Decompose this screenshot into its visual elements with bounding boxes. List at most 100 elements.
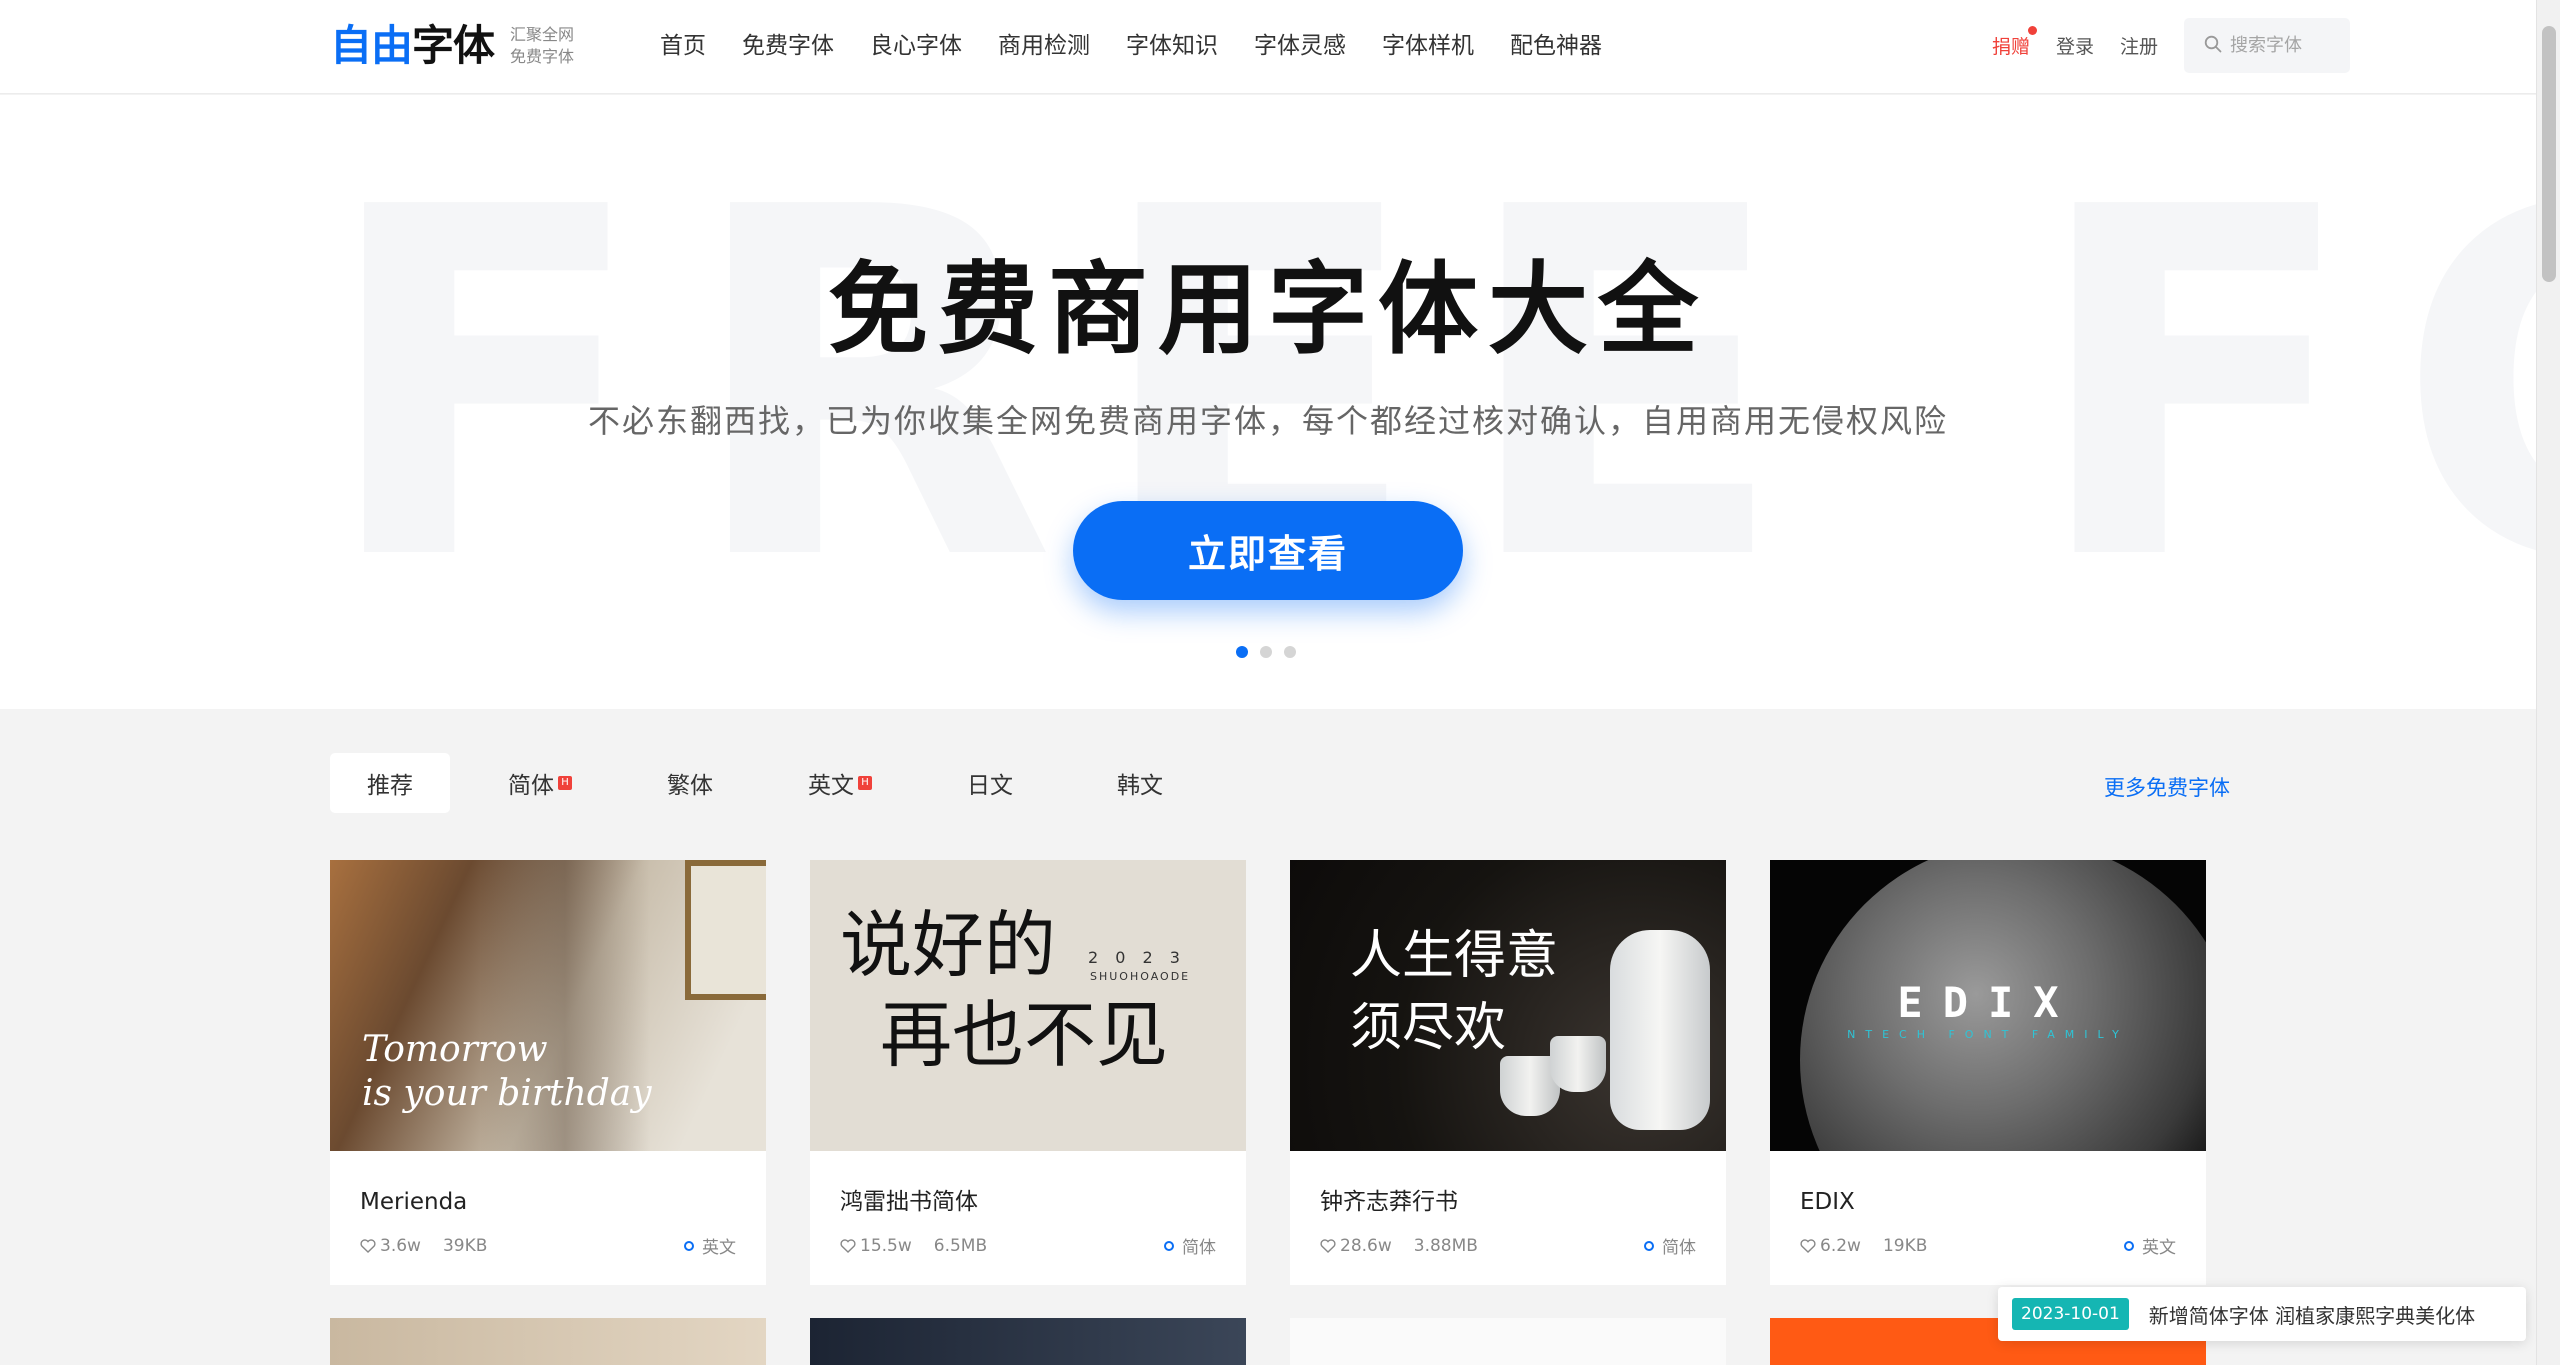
notification-dot xyxy=(2027,26,2037,35)
font-meta: 15.5w 6.5MB 简体 xyxy=(840,1233,1216,1258)
nav-home[interactable]: 首页 xyxy=(660,30,706,62)
update-notification[interactable]: 2023-10-01 新增简体字体 润植家康熙字典美化体 xyxy=(1998,1287,2526,1341)
register-link[interactable]: 注册 xyxy=(2120,32,2158,59)
nav-font-knowledge[interactable]: 字体知识 xyxy=(1126,30,1218,62)
main-nav: 首页 免费字体 良心字体 商用检测 字体知识 字体灵感 字体样机 配色神器 xyxy=(660,30,1638,62)
font-preview-image: 说好的 再也不见 2 0 2 3 SHUOHOAODE xyxy=(810,860,1246,1151)
scrollbar-thumb[interactable] xyxy=(2542,26,2556,282)
carousel-dot-1[interactable] xyxy=(1236,646,1248,658)
circle-icon xyxy=(1644,1240,1654,1251)
font-card-grid-row-2 xyxy=(330,1318,2206,1365)
language-label: 简体 xyxy=(1662,1238,1696,1258)
donate-link[interactable]: 捐赠 xyxy=(1991,26,2037,59)
font-meta: 28.6w 3.88MB 简体 xyxy=(1320,1233,1696,1258)
circle-icon xyxy=(684,1240,694,1251)
language-tag: 英文 xyxy=(684,1233,736,1258)
tab-english[interactable]: 英文 H xyxy=(780,753,900,813)
category-tabs: 推荐 简体 H 繁体 英文 H 日文 韩文 xyxy=(330,753,1230,813)
font-card-partial[interactable] xyxy=(1290,1318,1726,1365)
language-label: 英文 xyxy=(702,1238,736,1258)
heart-icon xyxy=(1800,1238,1816,1253)
hero-title: 免费商用字体大全 xyxy=(828,251,1708,368)
carousel-dot-3[interactable] xyxy=(1284,646,1296,658)
tab-simplified[interactable]: 简体 H xyxy=(480,753,600,813)
preview-line-2: 再也不见 xyxy=(880,993,1169,1077)
heart-icon xyxy=(1320,1238,1336,1253)
preview-line-2: is your birthday xyxy=(362,1073,652,1114)
likes: 6.2w xyxy=(1800,1236,1861,1256)
font-title: 钟齐志莽行书 xyxy=(1320,1189,1458,1215)
preview-text: EDIX xyxy=(1897,978,2079,1027)
font-title: 鸿雷拙书简体 xyxy=(840,1189,978,1215)
preview-text: Tomorrow is your birthday xyxy=(362,1028,652,1116)
likes: 15.5w xyxy=(840,1236,912,1256)
tab-label: 日文 xyxy=(967,773,1013,799)
likes: 28.6w xyxy=(1320,1236,1392,1256)
nav-free-fonts[interactable]: 免费字体 xyxy=(742,30,834,62)
font-title: EDIX xyxy=(1800,1189,1855,1215)
file-size: 3.88MB xyxy=(1413,1235,1478,1256)
site-header: 自由字体 汇聚全网 免费字体 首页 免费字体 良心字体 商用检测 字体知识 字体… xyxy=(0,0,2536,94)
preview-subtext: NTECH FONT FAMILY xyxy=(1847,1028,2129,1041)
language-tag: 英文 xyxy=(2124,1233,2176,1258)
nav-commercial-check[interactable]: 商用检测 xyxy=(998,30,1090,62)
font-meta: 3.6w 39KB 英文 xyxy=(360,1233,736,1258)
tab-japanese[interactable]: 日文 xyxy=(930,753,1050,813)
hot-badge-icon: H xyxy=(858,776,872,790)
donate-label: 捐赠 xyxy=(1991,36,2030,58)
search-icon xyxy=(2204,35,2222,57)
site-logo[interactable]: 自由字体 汇聚全网 免费字体 xyxy=(330,22,574,70)
preview-pinyin: SHUOHOAODE xyxy=(1090,970,1191,983)
font-card-partial[interactable] xyxy=(810,1318,1246,1365)
font-card-grid: Tomorrow is your birthday Merienda 3.6w … xyxy=(330,860,2206,1285)
search-box[interactable] xyxy=(2184,18,2350,73)
nav-font-inspiration[interactable]: 字体灵感 xyxy=(1254,30,1346,62)
likes: 3.6w xyxy=(360,1236,421,1256)
font-card[interactable]: 人生得意 须尽欢 钟齐志莽行书 28.6w 3.88MB 简体 xyxy=(1290,860,1726,1285)
font-card[interactable]: EDIX NTECH FONT FAMILY EDIX 6.2w 19KB 英文 xyxy=(1770,860,2206,1285)
language-label: 简体 xyxy=(1182,1238,1216,1258)
font-preview-image: Tomorrow is your birthday xyxy=(330,860,766,1151)
nav-font-mockup[interactable]: 字体样机 xyxy=(1382,30,1474,62)
logo-text-black: 字体 xyxy=(412,21,495,70)
vase-shape xyxy=(1610,930,1710,1130)
more-free-fonts-link[interactable]: 更多免费字体 xyxy=(2104,772,2230,802)
font-card[interactable]: Tomorrow is your birthday Merienda 3.6w … xyxy=(330,860,766,1285)
notification-date: 2023-10-01 xyxy=(2012,1298,2129,1330)
notification-text: 新增简体字体 润植家康熙字典美化体 xyxy=(2148,1303,2476,1328)
carousel-dot-2[interactable] xyxy=(1260,646,1272,658)
nav-color-tool[interactable]: 配色神器 xyxy=(1510,30,1602,62)
slogan-line-1: 汇聚全网 xyxy=(510,25,575,44)
search-input[interactable] xyxy=(2230,35,2340,56)
page-scrollbar[interactable] xyxy=(2536,0,2560,1365)
circle-icon xyxy=(1164,1240,1174,1251)
image-frame xyxy=(685,860,766,1000)
logo-wordmark: 自由字体 xyxy=(330,21,495,70)
preview-line-1: 人生得意 xyxy=(1350,926,1559,986)
login-link[interactable]: 登录 xyxy=(2056,32,2094,59)
tab-recommended[interactable]: 推荐 xyxy=(330,753,450,813)
likes-count: 3.6w xyxy=(380,1235,421,1256)
logo-slogan: 汇聚全网 免费字体 xyxy=(510,24,574,68)
heart-icon xyxy=(840,1238,856,1253)
hero-subtitle: 不必东翻西找，已为你收集全网免费商用字体，每个都经过核对确认，自用商用无侵权风险 xyxy=(587,402,1948,440)
carousel-dots xyxy=(1236,646,1308,658)
font-preview-image: 人生得意 须尽欢 xyxy=(1290,860,1726,1151)
header-actions: 捐赠 登录 注册 xyxy=(1992,18,2350,73)
font-meta: 6.2w 19KB 英文 xyxy=(1800,1233,2176,1258)
preview-line-2: 须尽欢 xyxy=(1350,998,1507,1058)
font-card[interactable]: 说好的 再也不见 2 0 2 3 SHUOHOAODE 鸿雷拙书简体 15.5w… xyxy=(810,860,1246,1285)
file-size: 19KB xyxy=(1882,1235,1928,1256)
font-card-partial[interactable] xyxy=(330,1318,766,1365)
circle-icon xyxy=(2124,1240,2134,1251)
font-title: Merienda xyxy=(360,1189,468,1215)
heart-icon xyxy=(360,1238,376,1253)
language-tag: 简体 xyxy=(1164,1233,1216,1258)
language-label: 英文 xyxy=(2142,1238,2176,1258)
language-tag: 简体 xyxy=(1644,1233,1696,1258)
nav-conscience-fonts[interactable]: 良心字体 xyxy=(870,30,962,62)
tab-korean[interactable]: 韩文 xyxy=(1080,753,1200,813)
view-now-button[interactable]: 立即查看 xyxy=(1073,501,1463,600)
tab-traditional[interactable]: 繁体 xyxy=(630,753,750,813)
tab-label: 英文 xyxy=(808,773,854,799)
